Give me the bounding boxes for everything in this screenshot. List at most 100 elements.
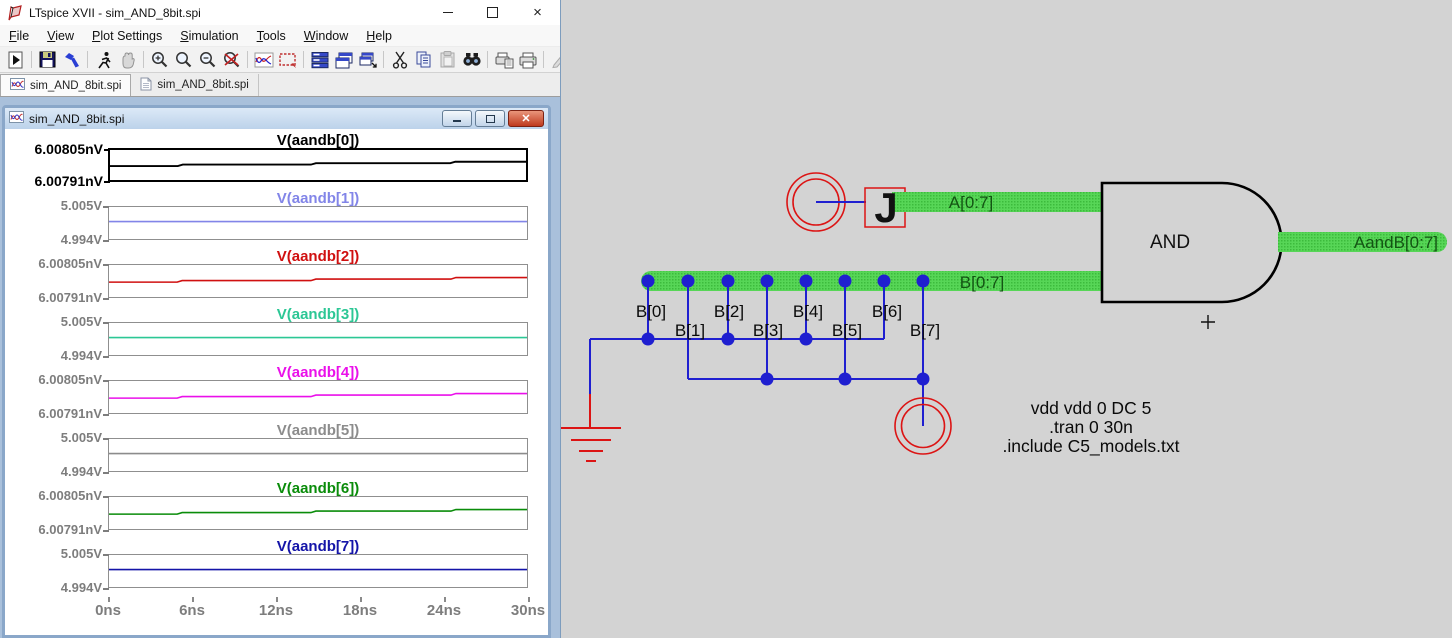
schematic-tools-button[interactable]	[60, 49, 83, 71]
toolbar-separator	[383, 51, 384, 68]
plot-pane-7[interactable]: V(aandb[7]) 5.005V 4.994V	[5, 539, 548, 588]
title-bar: LTspice XVII - sim_AND_8bit.spi ×	[0, 0, 560, 25]
x-axis: 0ns 6ns 12ns 18ns 24ns 30ns	[108, 597, 528, 621]
y-tick-label: 6.00791nV	[38, 291, 109, 305]
menu-tools[interactable]: Tools	[248, 27, 295, 45]
bus-a-label[interactable]: A[0:7]	[949, 193, 993, 212]
child-restore-button[interactable]	[475, 110, 505, 127]
bit-label-b2[interactable]: B[2]	[714, 302, 744, 321]
toolbar-separator	[31, 51, 32, 68]
and-gate[interactable]	[1102, 183, 1282, 302]
toolbar-separator	[87, 51, 88, 68]
maximize-button[interactable]	[470, 0, 515, 25]
maximize-icon	[487, 7, 498, 18]
minimize-button[interactable]	[425, 0, 470, 25]
tab-label: sim_AND_8bit.spi	[30, 80, 121, 92]
print-preview-button[interactable]	[492, 49, 515, 71]
zoom-in-button[interactable]	[148, 49, 171, 71]
waveform-plot	[109, 207, 527, 239]
plot-box[interactable]: 5.005V 4.994V	[108, 206, 528, 240]
tab-waveform[interactable]: sim_AND_8bit.spi	[0, 74, 131, 96]
junction-dot	[722, 275, 735, 288]
plot-pane-0[interactable]: V(aandb[0]) 6.00805nV 6.00791nV	[5, 133, 548, 182]
directive-tran[interactable]: .tran 0 30n	[1049, 417, 1133, 437]
document-tab-bar: sim_AND_8bit.spi sim_AND_8bit.spi	[0, 73, 560, 97]
bit-label-b7[interactable]: B[7]	[910, 321, 940, 340]
trace-title: V(aandb[2])	[108, 249, 528, 264]
bus-b[interactable]	[641, 271, 1105, 291]
find-button[interactable]	[460, 49, 483, 71]
plot-box[interactable]: 6.00805nV 6.00791nV	[108, 264, 528, 298]
plot-box[interactable]: 6.00805nV 6.00791nV	[108, 148, 528, 182]
menu-bar: File View Plot Settings Simulation Tools…	[0, 25, 560, 47]
plot-box[interactable]: 6.00805nV 6.00791nV	[108, 496, 528, 530]
y-tick-label: 6.00805nV	[38, 257, 109, 271]
plot-pane-6[interactable]: V(aandb[6]) 6.00805nV 6.00791nV	[5, 481, 548, 530]
bus-a[interactable]	[892, 192, 1105, 212]
autorange-y-button[interactable]	[252, 49, 275, 71]
halt-button[interactable]	[92, 49, 115, 71]
junction-dot	[642, 333, 655, 346]
save-button[interactable]	[36, 49, 59, 71]
menu-simulation[interactable]: Simulation	[171, 27, 247, 45]
junction-dot	[839, 275, 852, 288]
bit-label-b4[interactable]: B[4]	[793, 302, 823, 321]
child-close-button[interactable]: ✕	[508, 110, 544, 127]
copy-button[interactable]	[412, 49, 435, 71]
y-tick-label: 6.00791nV	[35, 174, 111, 188]
tab-label: sim_AND_8bit.spi	[157, 79, 248, 91]
zoom-full-extents-button[interactable]	[220, 49, 243, 71]
menu-help[interactable]: Help	[357, 27, 401, 45]
bus-output-label[interactable]: AandB[0:7]	[1354, 233, 1438, 252]
close-icon: ✕	[521, 112, 530, 125]
plot-settings-button[interactable]	[276, 49, 299, 71]
directive-vdd[interactable]: vdd vdd 0 DC 5	[1031, 398, 1152, 418]
waveform-window-title-bar[interactable]: sim_AND_8bit.spi ✕	[5, 108, 548, 130]
plot-pane-3[interactable]: V(aandb[3]) 5.005V 4.994V	[5, 307, 548, 356]
menu-file[interactable]: File	[0, 27, 38, 45]
plot-pane-5[interactable]: V(aandb[5]) 5.005V 4.994V	[5, 423, 548, 472]
y-tick-label: 5.005V	[61, 199, 109, 213]
tab-netlist[interactable]: sim_AND_8bit.spi	[131, 74, 258, 96]
ltspice-logo-icon	[7, 5, 23, 21]
menu-window[interactable]: Window	[295, 27, 357, 45]
zoom-fit-button[interactable]	[172, 49, 195, 71]
bit-label-b6[interactable]: B[6]	[872, 302, 902, 321]
tile-windows-button[interactable]	[308, 49, 331, 71]
plot-box[interactable]: 5.005V 4.994V	[108, 438, 528, 472]
bit-label-b1[interactable]: B[1]	[675, 321, 705, 340]
plot-box[interactable]: 5.005V 4.994V	[108, 322, 528, 356]
y-tick-label: 6.00805nV	[35, 142, 111, 156]
y-tick-label: 4.994V	[61, 233, 109, 247]
schematic-canvas[interactable]	[561, 0, 1452, 638]
and-gate-label: AND	[1150, 232, 1190, 253]
plot-pane-2[interactable]: V(aandb[2]) 6.00805nV 6.00791nV	[5, 249, 548, 298]
draw-line-button[interactable]	[548, 49, 560, 71]
directive-include[interactable]: .include C5_models.txt	[1002, 436, 1179, 457]
menu-view[interactable]: View	[38, 27, 83, 45]
bus-b-label[interactable]: B[0:7]	[960, 273, 1004, 292]
arrange-windows-button[interactable]	[356, 49, 379, 71]
trace-title: V(aandb[1])	[108, 191, 528, 206]
toolbar-separator	[143, 51, 144, 68]
waveform-plot	[109, 265, 527, 297]
run-button[interactable]	[4, 49, 27, 71]
plot-pane-4[interactable]: V(aandb[4]) 6.00805nV 6.00791nV	[5, 365, 548, 414]
print-button[interactable]	[516, 49, 539, 71]
cascade-windows-button[interactable]	[332, 49, 355, 71]
toolbar-separator	[303, 51, 304, 68]
zoom-out-button[interactable]	[196, 49, 219, 71]
junction-dot	[682, 275, 695, 288]
child-minimize-button[interactable]	[442, 110, 472, 127]
plot-pane-1[interactable]: V(aandb[1]) 5.005V 4.994V	[5, 191, 548, 240]
close-button[interactable]: ×	[515, 0, 560, 25]
menu-plot-settings[interactable]: Plot Settings	[83, 27, 171, 45]
plot-box[interactable]: 5.005V 4.994V	[108, 554, 528, 588]
bit-label-b0[interactable]: B[0]	[636, 302, 666, 321]
bit-label-b5[interactable]: B[5]	[832, 321, 862, 340]
paste-button[interactable]	[436, 49, 459, 71]
cut-button[interactable]	[388, 49, 411, 71]
plot-box[interactable]: 6.00805nV 6.00791nV	[108, 380, 528, 414]
bit-label-b3[interactable]: B[3]	[753, 321, 783, 340]
pan-hand-button[interactable]	[116, 49, 139, 71]
